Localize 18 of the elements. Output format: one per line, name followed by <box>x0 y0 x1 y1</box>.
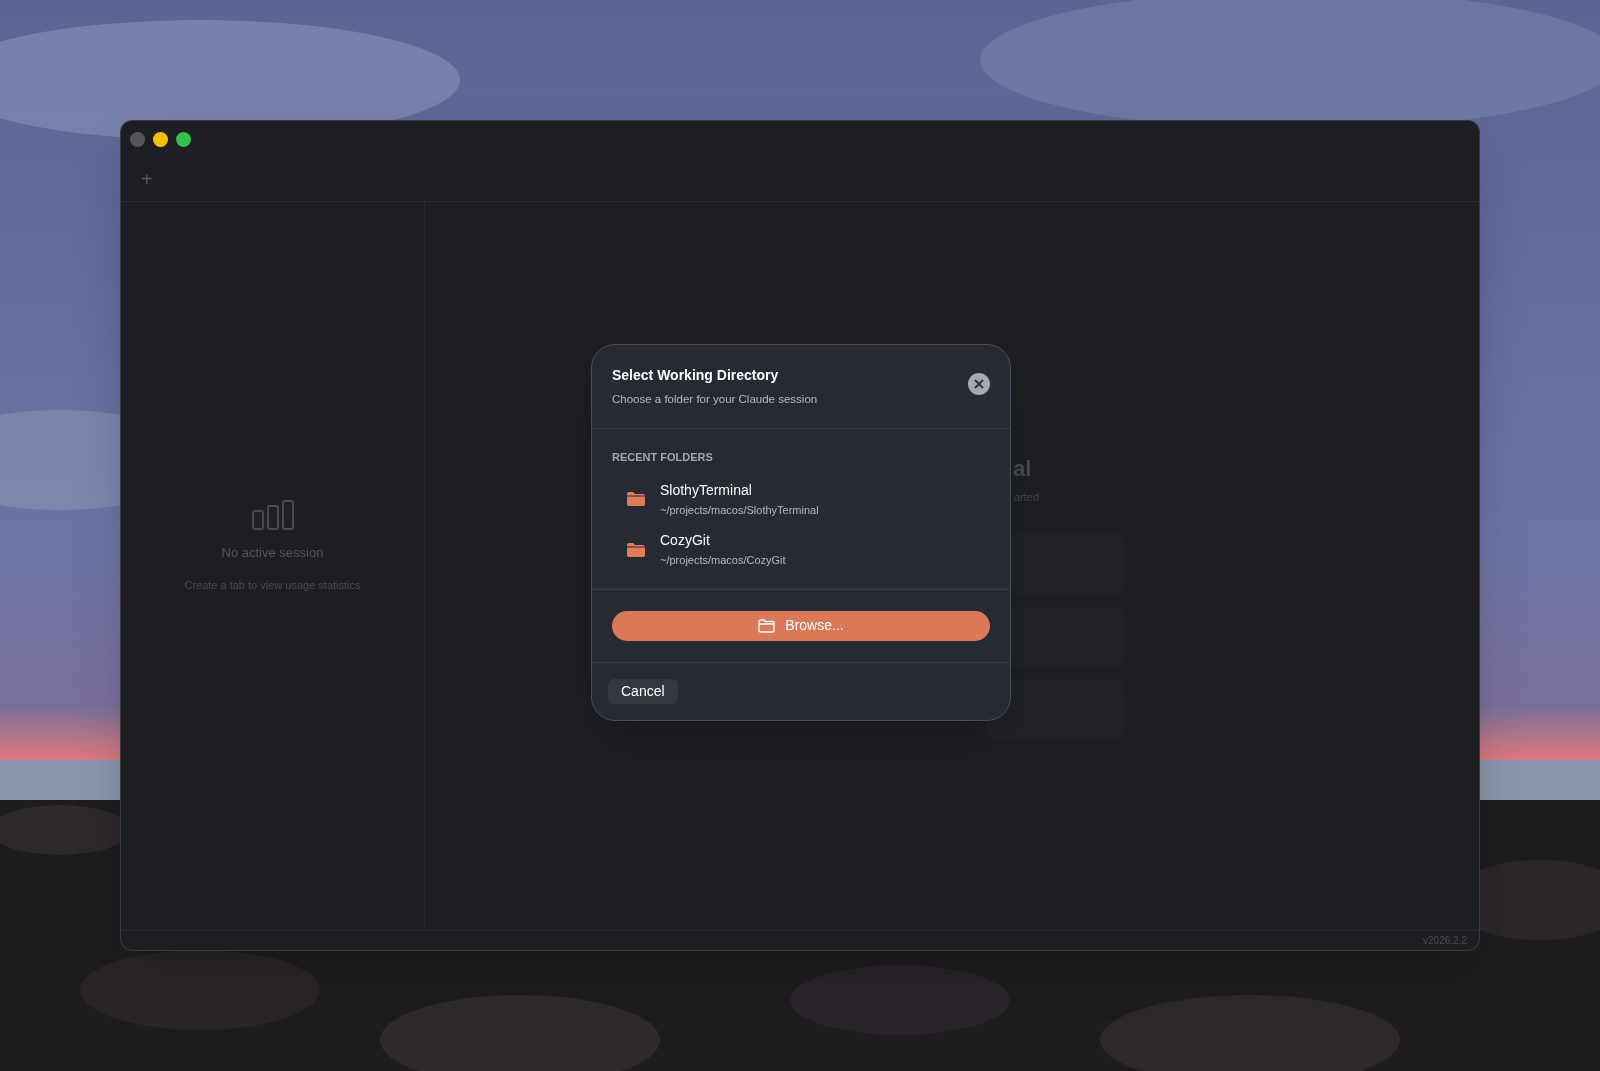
folder-path: ~/projects/macos/CozyGit <box>660 553 786 569</box>
section-label: RECENT FOLDERS <box>612 450 714 466</box>
recent-folder-item[interactable]: CozyGit ~/projects/macos/CozyGit <box>612 524 990 575</box>
dialog-title: Select Working Directory <box>612 366 780 385</box>
folder-name: SlothyTerminal <box>660 480 753 500</box>
dialog-subtitle: Choose a folder for your Claude session <box>612 392 818 407</box>
folder-icon <box>626 541 646 558</box>
cancel-button[interactable]: Cancel <box>608 678 678 704</box>
recent-folder-item[interactable]: SlothyTerminal ~/projects/macos/SlothyTerminal <box>612 473 990 525</box>
close-icon[interactable] <box>968 373 990 395</box>
bar-chart-icon <box>250 499 295 531</box>
folder-icon <box>758 618 776 633</box>
minimize-window-button[interactable] <box>153 131 168 147</box>
folder-name: CozyGit <box>660 531 711 551</box>
folder-icon <box>626 491 646 507</box>
folder-path: ~/projects/macos/SlothyTerminal <box>660 502 819 518</box>
empty-state-title: No active session <box>221 544 324 562</box>
zoom-window-button[interactable] <box>176 131 191 147</box>
